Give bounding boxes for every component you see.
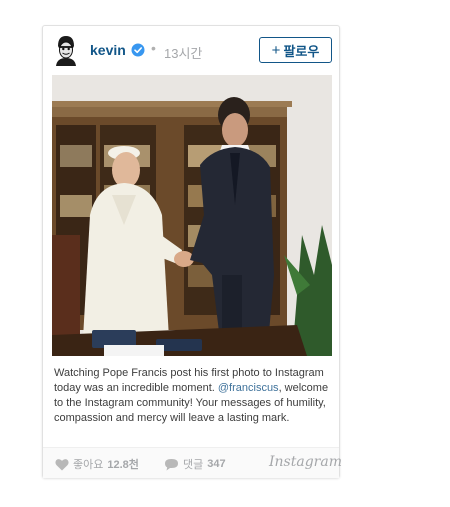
avatar-icon	[56, 36, 76, 66]
post-photo[interactable]	[52, 75, 332, 356]
post-card: kevin • 13시간 + 팔로우 Watching Pope Francis…	[42, 25, 342, 478]
post-footer: 좋아요 12.8천 댓글 347 Instagram	[43, 447, 342, 478]
like-label: 좋아요	[73, 459, 104, 471]
comment-bubble-icon	[165, 458, 178, 470]
like-button[interactable]: 좋아요 12.8천	[55, 456, 139, 472]
comment-button[interactable]: 댓글 347	[164, 456, 226, 472]
like-count: 12.8천	[107, 459, 139, 471]
comment-label: 댓글	[183, 459, 204, 471]
caption-mention-link[interactable]: @franciscus	[218, 382, 279, 394]
username[interactable]: kevin	[90, 42, 126, 58]
avatar[interactable]	[55, 34, 77, 66]
follow-label: 팔로우	[283, 43, 320, 59]
post-caption: Watching Pope Francis post his first pho…	[54, 366, 330, 426]
instagram-logo[interactable]: Instagram	[269, 454, 342, 470]
post-time[interactable]: 13시간	[164, 43, 202, 62]
post-header: kevin • 13시간 + 팔로우	[43, 26, 339, 74]
comment-count: 347	[207, 458, 226, 470]
follow-button[interactable]: + 팔로우	[259, 37, 332, 63]
separator-dot: •	[151, 40, 156, 56]
photo-image	[52, 75, 332, 356]
heart-icon	[55, 458, 69, 470]
verified-badge-icon	[131, 43, 145, 57]
plus-icon: +	[271, 41, 281, 59]
